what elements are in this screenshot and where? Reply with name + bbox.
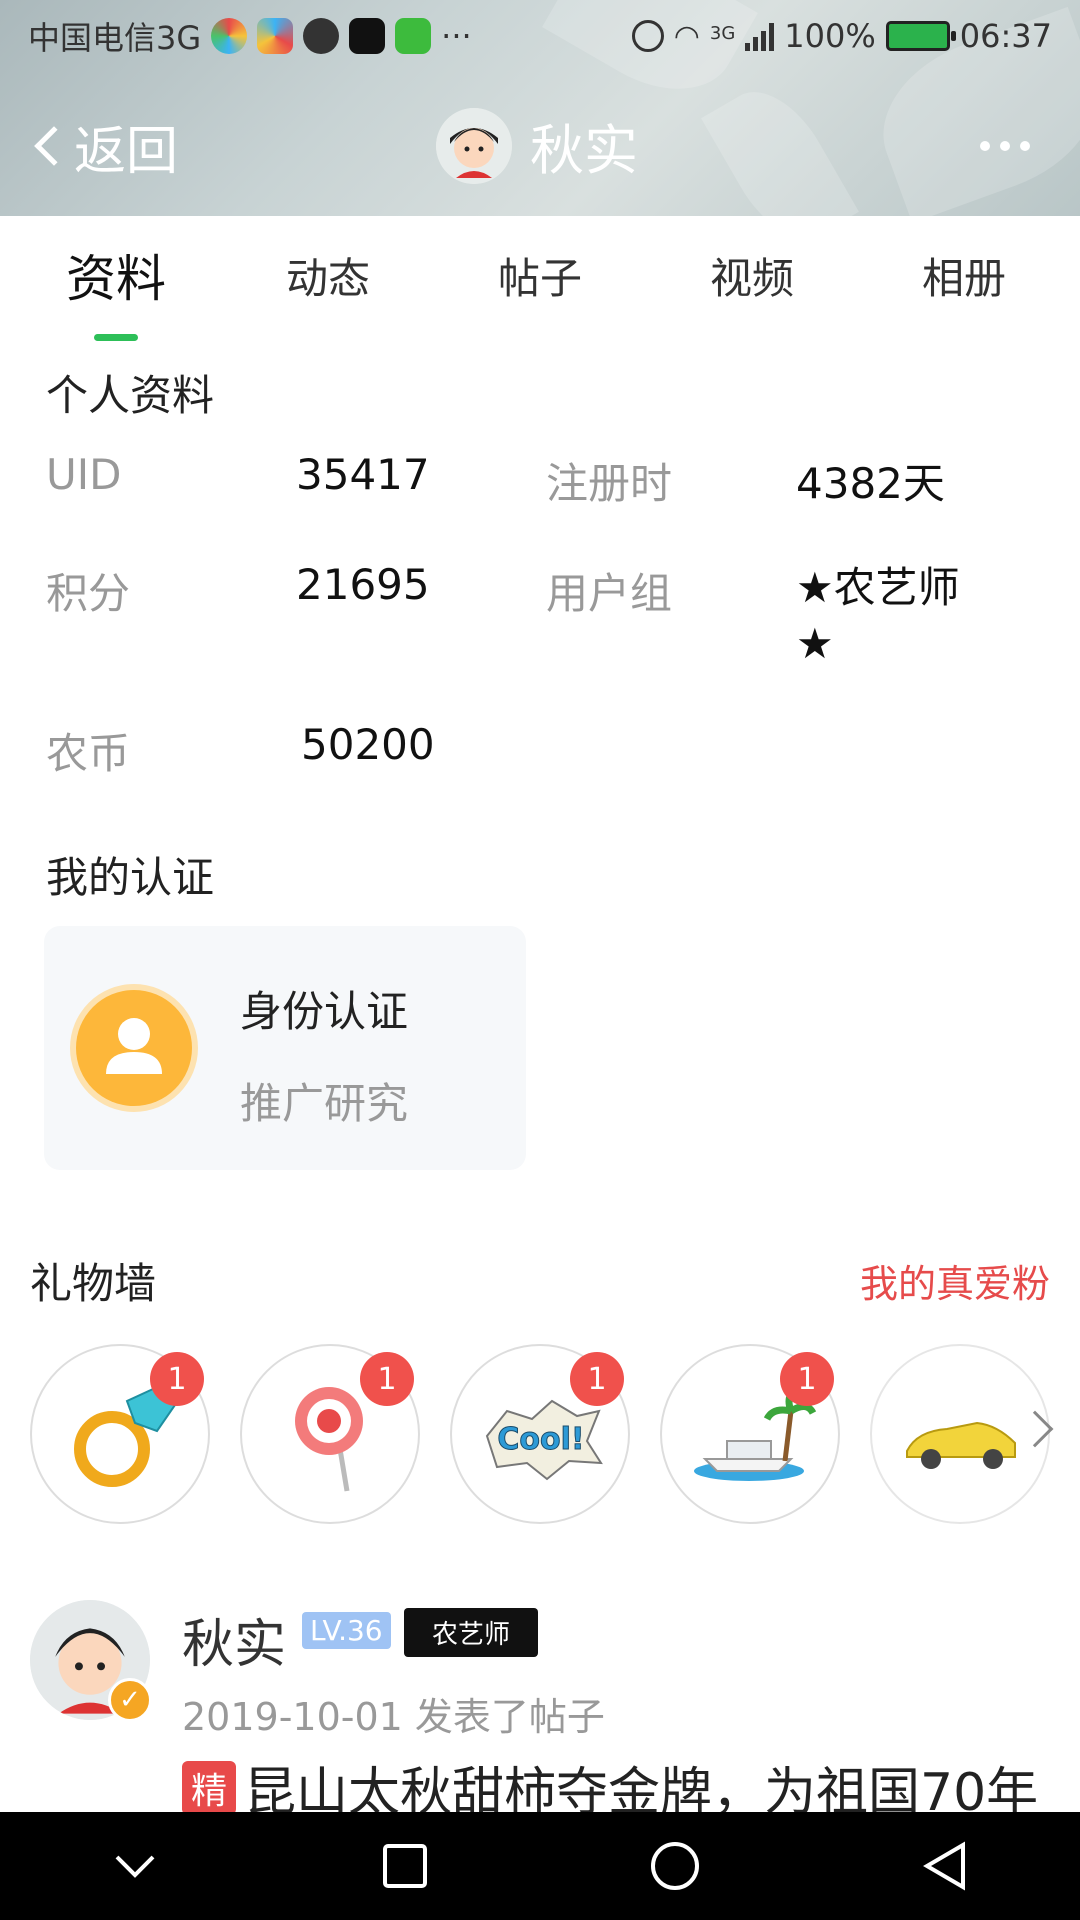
info-row: UID 35417 注册时 4382天 (46, 450, 1046, 560)
header-background: 中国电信3G ··· ◠ 3G 100% 06:37 返回 秋实 (0, 0, 1080, 216)
status-bar: 中国电信3G ··· ◠ 3G 100% 06:37 (0, 0, 1080, 72)
triangle-back-icon (923, 1841, 965, 1891)
battery-percent: 100% (784, 17, 876, 55)
tab-album[interactable]: 相册 (884, 245, 1044, 306)
post-meta: 2019-10-01 发表了帖子 (182, 1695, 605, 1739)
role-badge: 农艺师 (404, 1608, 539, 1657)
info-row: 积分 21695 用户组 ★农艺师 ★ (46, 560, 1046, 720)
certification-card[interactable]: 身份认证 推广研究 (44, 926, 526, 1170)
wifi-icon: ◠ (673, 18, 700, 54)
system-nav-bar (0, 1812, 1080, 1920)
gift-wall: 1 1 Cool! 1 1 (30, 1344, 1060, 1524)
profile-tabs: 资料 动态 帖子 视频 相册 (0, 216, 1080, 341)
svg-text:Cool!: Cool! (497, 1422, 584, 1457)
back-button[interactable]: 返回 (30, 109, 178, 184)
back-label: 返回 (74, 121, 179, 182)
avatar[interactable] (436, 107, 512, 184)
network-type-text: 3G (709, 23, 736, 44)
top-nav: 返回 秋实 (0, 96, 1080, 196)
more-notifications-text: ··· (441, 17, 472, 55)
chevron-down-icon (115, 1855, 155, 1878)
back-system-button[interactable] (905, 1826, 985, 1906)
register-label: 注册时 (546, 459, 673, 508)
verified-icon: ✓ (108, 1678, 152, 1722)
true-fans-link[interactable]: 我的真爱粉 (860, 1253, 1050, 1308)
gift-count-badge: 1 (570, 1352, 624, 1406)
gift-item[interactable]: 1 (660, 1344, 840, 1524)
profile-info-grid: UID 35417 注册时 4382天 积分 21695 用户组 ★农艺师 ★ … (46, 450, 1046, 830)
featured-badge: 精 (182, 1760, 236, 1815)
user-icon (76, 990, 192, 1106)
app-icon-1 (211, 18, 248, 54)
uid-value: 35417 (296, 450, 430, 499)
dot-icon (1020, 141, 1030, 151)
info-row: 农币 50200 (46, 720, 1046, 830)
sports-car-icon (906, 1421, 1016, 1469)
circle-icon (651, 1842, 699, 1890)
gift-count-badge: 1 (150, 1352, 204, 1406)
gift-item[interactable]: Cool! 1 (450, 1344, 630, 1524)
uid-label: UID (46, 450, 122, 499)
level-badge: LV.36 (302, 1612, 391, 1649)
page-title: 秋实 (530, 119, 638, 182)
square-icon (383, 1844, 427, 1888)
tab-posts[interactable]: 帖子 (460, 245, 620, 306)
chevron-left-icon (34, 126, 74, 166)
certification-section-title: 我的认证 (46, 853, 215, 902)
hd-icon (631, 20, 664, 52)
tab-activity[interactable]: 动态 (248, 245, 408, 306)
register-value: 4382天 (796, 459, 945, 508)
battery-icon (885, 21, 956, 51)
user-group-line-2: ★ (796, 619, 834, 668)
app-icon-2 (257, 18, 294, 54)
tab-videos[interactable]: 视频 (672, 245, 832, 306)
certification-title: 身份认证 (240, 987, 409, 1036)
recents-button[interactable] (365, 1826, 445, 1906)
user-group-line-1: ★农艺师 (796, 563, 960, 612)
gift-count-badge: 1 (780, 1352, 834, 1406)
certification-subtitle: 推广研究 (240, 1079, 409, 1128)
more-menu-button[interactable] (980, 141, 1030, 151)
profile-section-title: 个人资料 (46, 371, 215, 420)
clock-text: 06:37 (959, 17, 1052, 55)
gift-wall-header: 礼物墙 我的真爱粉 (30, 1250, 1050, 1311)
post-author-name[interactable]: 秋实 (182, 1602, 286, 1677)
gift-wall-title: 礼物墙 (30, 1259, 157, 1308)
tiktok-icon (349, 18, 386, 54)
user-group-value: ★农艺师 ★ (796, 560, 1046, 720)
tab-profile[interactable]: 资料 (36, 239, 196, 341)
gift-count-badge: 1 (360, 1352, 414, 1406)
home-button[interactable] (635, 1826, 715, 1906)
app-icon-3 (303, 18, 340, 54)
user-group-label: 用户组 (546, 569, 673, 618)
coins-value: 50200 (301, 720, 435, 769)
points-label: 积分 (46, 569, 131, 618)
gift-item[interactable]: 1 (30, 1344, 210, 1524)
carrier-text: 中国电信3G (28, 19, 202, 57)
nav-user: 秋实 (436, 106, 638, 185)
gift-item[interactable] (870, 1344, 1054, 1524)
signal-icon (745, 21, 775, 51)
dot-icon (980, 141, 990, 151)
gift-item[interactable]: 1 (240, 1344, 420, 1524)
iqiyi-icon (395, 18, 432, 54)
dot-icon (1000, 141, 1010, 151)
coins-label: 农币 (46, 729, 131, 778)
collapse-button[interactable] (95, 1826, 175, 1906)
points-value: 21695 (296, 560, 430, 609)
